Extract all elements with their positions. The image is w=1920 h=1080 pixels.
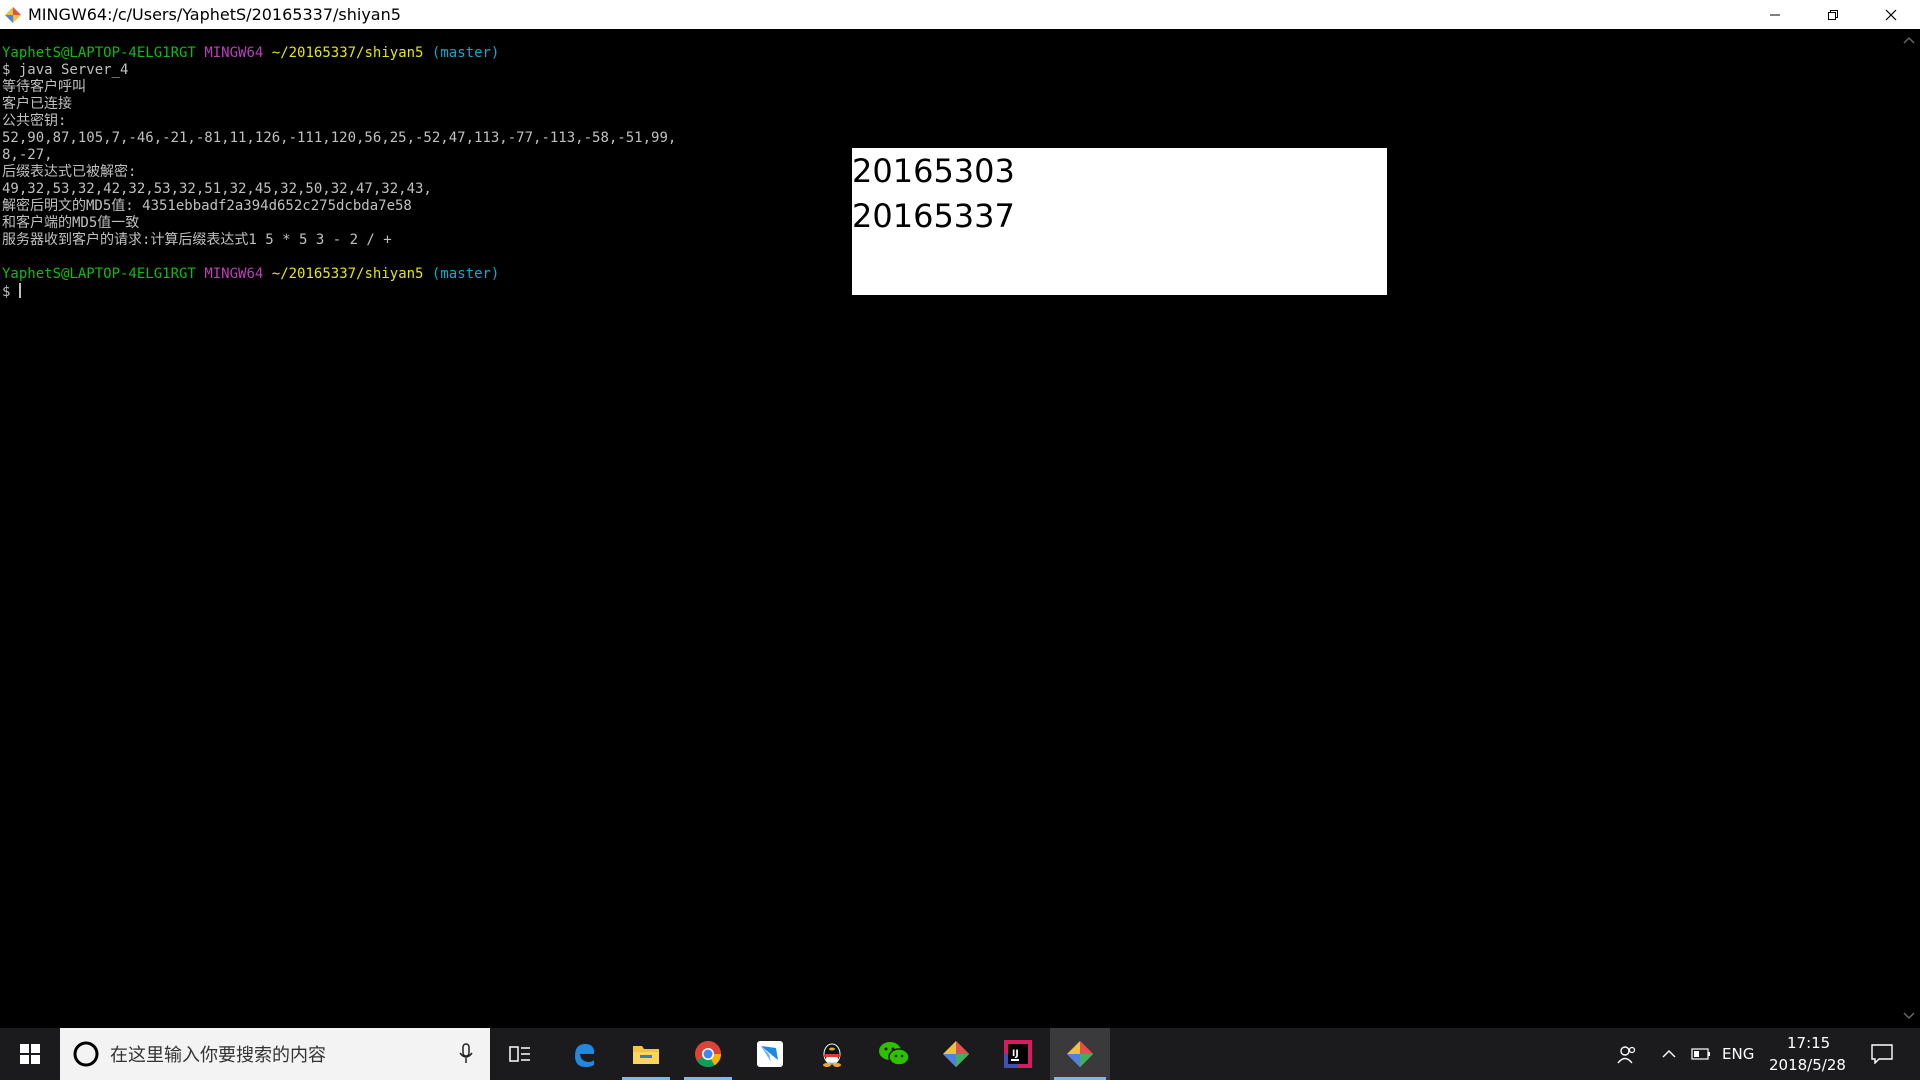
taskbar-file-explorer[interactable] bbox=[620, 1028, 672, 1080]
terminal-output: YaphetS@LAPTOP-4ELG1RGT MINGW64 ~/201653… bbox=[2, 45, 676, 300]
microphone-icon[interactable] bbox=[458, 1043, 474, 1065]
git-icon bbox=[943, 1041, 969, 1067]
minimize-icon bbox=[1770, 14, 1780, 15]
taskbar-wechat[interactable] bbox=[868, 1028, 920, 1080]
svg-text:IJ: IJ bbox=[1012, 1049, 1019, 1059]
prompt-path: ~/20165337/shiyan5 bbox=[271, 266, 424, 282]
chrome-icon bbox=[695, 1041, 722, 1068]
clock-date[interactable]: 2018/5/28 bbox=[1769, 1056, 1846, 1074]
text-cursor bbox=[18, 283, 21, 298]
notification-icon bbox=[1871, 1044, 1893, 1064]
input-line[interactable]: $ bbox=[2, 283, 676, 300]
wechat-icon bbox=[879, 1042, 910, 1066]
people-icon bbox=[1617, 1046, 1636, 1064]
search-placeholder: 在这里输入你要搜索的内容 bbox=[110, 1045, 326, 1066]
scroll-up-icon[interactable] bbox=[1903, 35, 1915, 45]
output-line: 和客户端的MD5值一致 bbox=[2, 215, 140, 231]
terminal-scrollbar[interactable] bbox=[1898, 29, 1920, 1028]
action-center-button[interactable] bbox=[1862, 1028, 1902, 1080]
output-line: 8,-27, bbox=[2, 147, 53, 163]
output-line: 49,32,53,32,42,32,53,32,51,32,45,32,50,3… bbox=[2, 181, 432, 197]
taskbar-search[interactable]: 在这里输入你要搜索的内容 bbox=[60, 1028, 490, 1080]
student-id-2: 20165337 bbox=[852, 197, 1015, 235]
prompt-path: ~/20165337/shiyan5 bbox=[271, 45, 424, 61]
command-line: $ java Server_4 bbox=[2, 62, 129, 78]
close-button[interactable] bbox=[1862, 0, 1920, 29]
restore-icon bbox=[1828, 9, 1838, 20]
cortana-icon bbox=[73, 1041, 99, 1067]
intellij-icon: IJ bbox=[1004, 1040, 1032, 1068]
clock-time[interactable]: 17:15 bbox=[1787, 1034, 1830, 1052]
window-titlebar: MINGW64:/c/Users/YaphetS/20165337/shiyan… bbox=[0, 0, 1920, 29]
taskbar-feishu[interactable] bbox=[744, 1028, 796, 1080]
final-prompt: $ bbox=[2, 284, 19, 300]
chevron-up-icon bbox=[1662, 1050, 1676, 1058]
prompt-branch: (master) bbox=[431, 45, 500, 61]
student-id-1: 20165303 bbox=[852, 152, 1015, 190]
output-line: 客户已连接 bbox=[2, 96, 72, 112]
feishu-icon bbox=[757, 1041, 783, 1067]
output-line: 后缀表达式已被解密: bbox=[2, 164, 137, 180]
scroll-down-icon[interactable] bbox=[1903, 1011, 1915, 1021]
edge-icon bbox=[575, 1044, 595, 1067]
language-indicator[interactable]: ENG bbox=[1722, 1045, 1754, 1063]
student-id-overlay: 20165303 20165337 bbox=[852, 148, 1387, 295]
show-hidden-icons-button[interactable] bbox=[1656, 1028, 1682, 1080]
battery-button[interactable] bbox=[1688, 1028, 1714, 1080]
task-view-icon bbox=[509, 1046, 530, 1062]
close-icon bbox=[1885, 9, 1897, 20]
taskbar-git[interactable] bbox=[930, 1028, 982, 1080]
output-line: 服务器收到客户的请求:计算后缀表达式1 5 * 5 3 - 2 / + bbox=[2, 232, 392, 248]
output-line: 公共密钥: bbox=[2, 113, 67, 129]
git-bash-icon bbox=[1067, 1041, 1093, 1067]
output-line: 等待客户呼叫 bbox=[2, 79, 86, 95]
prompt-line: YaphetS@LAPTOP-4ELG1RGT MINGW64 ~/201653… bbox=[2, 266, 676, 283]
minimize-button[interactable] bbox=[1746, 0, 1804, 29]
prompt-user-host: YaphetS@LAPTOP-4ELG1RGT bbox=[2, 266, 196, 282]
taskbar-intellij[interactable]: IJ bbox=[992, 1028, 1044, 1080]
battery-icon bbox=[1691, 1048, 1710, 1060]
taskbar-git-bash-active[interactable] bbox=[1050, 1028, 1110, 1080]
window-title: MINGW64:/c/Users/YaphetS/20165337/shiyan… bbox=[28, 5, 401, 24]
task-view-button[interactable] bbox=[494, 1028, 546, 1080]
taskbar: 在这里输入你要搜索的内容 IJ ENG 17:15 2018/5/28 bbox=[0, 1028, 1920, 1080]
restore-button[interactable] bbox=[1804, 0, 1862, 29]
file-explorer-icon bbox=[633, 1046, 659, 1064]
git-bash-app-icon bbox=[2, 4, 24, 26]
prompt-branch: (master) bbox=[431, 266, 500, 282]
taskbar-qq[interactable] bbox=[806, 1028, 858, 1080]
prompt-user-host: YaphetS@LAPTOP-4ELG1RGT bbox=[2, 45, 196, 61]
prompt-line: YaphetS@LAPTOP-4ELG1RGT MINGW64 ~/201653… bbox=[2, 45, 676, 62]
windows-start-icon bbox=[20, 1044, 40, 1064]
taskbar-edge[interactable] bbox=[558, 1028, 610, 1080]
prompt-system: MINGW64 bbox=[204, 266, 264, 282]
people-button[interactable] bbox=[1612, 1028, 1642, 1080]
qq-icon bbox=[823, 1043, 841, 1067]
prompt-system: MINGW64 bbox=[204, 45, 264, 61]
taskbar-chrome[interactable] bbox=[682, 1028, 734, 1080]
output-line: 解密后明文的MD5值: 4351ebbadf2a394d652c275dcbda… bbox=[2, 198, 412, 214]
output-line: 52,90,87,105,7,-46,-21,-81,11,126,-111,1… bbox=[2, 130, 677, 146]
start-button[interactable] bbox=[0, 1028, 60, 1080]
